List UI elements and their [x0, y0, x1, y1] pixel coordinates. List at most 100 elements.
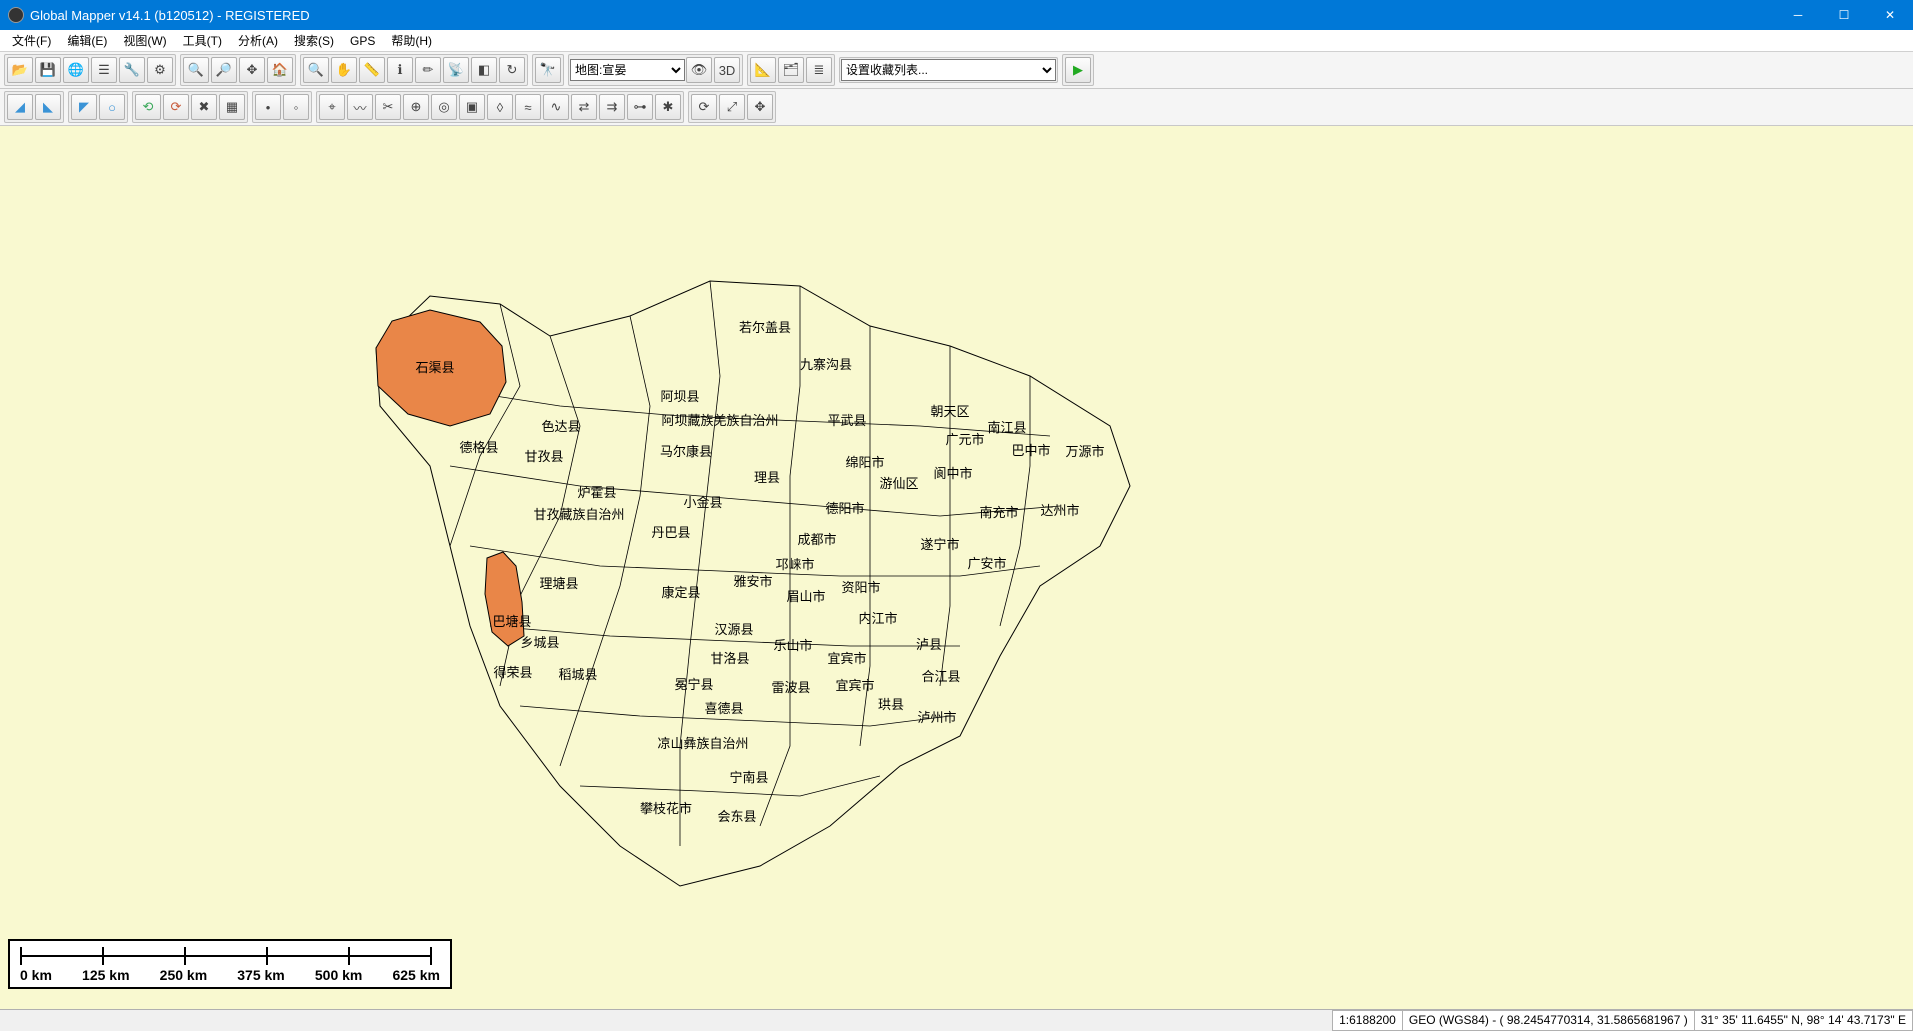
run-button[interactable]: ▶: [1065, 57, 1091, 83]
script-button[interactable]: ≣: [806, 57, 832, 83]
gear-button[interactable]: ⚙: [147, 57, 173, 83]
digitize-undo-button[interactable]: ⟲: [135, 94, 161, 120]
toolbar-digitize: ◢ ◣ ◤ ○ ⟲ ⟳ ✖ ▦ • ◦ ⌖ 〰 ✂ ⊕ ◎ ▣ ◊ ≈ ∿ ⇄ …: [0, 89, 1913, 126]
measure-button[interactable]: 📏: [359, 57, 385, 83]
trace-button[interactable]: 〰: [347, 94, 373, 120]
map-label: 广安市: [967, 556, 1006, 571]
map-layer-select[interactable]: 地图:宣晏: [570, 59, 685, 81]
digitize-redo-button[interactable]: ⟳: [163, 94, 189, 120]
map-label: 马尔康县: [660, 444, 712, 459]
map-label: 内江市: [858, 611, 897, 626]
map-viewport[interactable]: 石渠县巴塘县若尔盖县九寨沟县阿坝县色达县德格县甘孜县阿坝藏族羌族自治州马尔康县理…: [0, 126, 1913, 1009]
map-label: 九寨沟县: [800, 357, 852, 372]
pan-button[interactable]: ✥: [239, 57, 265, 83]
menu-file[interactable]: 文件(F): [4, 30, 59, 51]
snap-button[interactable]: ⌖: [319, 94, 345, 120]
app-icon: [8, 7, 24, 23]
favorites-select[interactable]: 设置收藏列表...: [841, 59, 1056, 81]
title-bar: Global Mapper v14.1 (b120512) - REGISTER…: [0, 0, 1913, 30]
map-label: 阿坝县: [660, 389, 699, 404]
map-label: 珙县: [878, 697, 904, 712]
config-button[interactable]: 🔧: [119, 57, 145, 83]
vertex-add-button[interactable]: •: [255, 94, 281, 120]
identify-button[interactable]: ℹ: [387, 57, 413, 83]
ruler-button[interactable]: 📐: [750, 57, 776, 83]
smooth-button[interactable]: ∿: [543, 94, 569, 120]
map-label: 得荣县: [493, 665, 532, 680]
rotate-button[interactable]: ⟳: [691, 94, 717, 120]
menu-search[interactable]: 搜索(S): [286, 30, 342, 51]
explode-button[interactable]: ✱: [655, 94, 681, 120]
map-label: 眉山市: [786, 589, 825, 604]
menu-view[interactable]: 视图(W): [115, 30, 174, 51]
refresh-button[interactable]: ↻: [499, 57, 525, 83]
menu-analysis[interactable]: 分析(A): [230, 30, 286, 51]
map-label: 朝天区: [930, 404, 969, 419]
map-label: 石渠县: [415, 360, 454, 375]
binoculars-icon[interactable]: 🔭: [535, 57, 561, 83]
vertex-del-button[interactable]: ◦: [283, 94, 309, 120]
layers-button[interactable]: ☰: [91, 57, 117, 83]
map-label: 冕宁县: [674, 677, 713, 692]
map-label: 甘洛县: [710, 651, 749, 666]
create-poly-button[interactable]: ◤: [71, 94, 97, 120]
menu-gps[interactable]: GPS: [342, 32, 383, 50]
info-tool-button[interactable]: 🔍: [303, 57, 329, 83]
edit-button[interactable]: ✏: [415, 57, 441, 83]
create-circle-button[interactable]: ○: [99, 94, 125, 120]
scale-button[interactable]: ⤢: [719, 94, 745, 120]
map-label: 理塘县: [539, 576, 578, 591]
map-label: 小金县: [683, 495, 722, 510]
island-button[interactable]: ◊: [487, 94, 513, 120]
globe-button[interactable]: 🌐: [63, 57, 89, 83]
move-button[interactable]: ✥: [747, 94, 773, 120]
open-button[interactable]: 📂: [7, 57, 33, 83]
map-label: 南充市: [979, 505, 1018, 520]
offset-button[interactable]: ⇉: [599, 94, 625, 120]
split-button[interactable]: ✂: [375, 94, 401, 120]
save-button[interactable]: 💾: [35, 57, 61, 83]
menu-tools[interactable]: 工具(T): [175, 30, 230, 51]
clip-button[interactable]: ▣: [459, 94, 485, 120]
map-label: 成都市: [797, 532, 836, 547]
hand-tool-button[interactable]: ✋: [331, 57, 357, 83]
map-label: 会东县: [717, 809, 756, 824]
map-label: 宜宾市: [835, 678, 874, 693]
map-label: 资阳市: [841, 580, 880, 595]
map-label: 游仙区: [879, 476, 918, 491]
map-label: 德格县: [459, 440, 498, 455]
reverse-button[interactable]: ⇄: [571, 94, 597, 120]
tower-icon[interactable]: 📡: [443, 57, 469, 83]
map-label: 雷波县: [771, 680, 810, 695]
zoom-out-button[interactable]: 🔎: [211, 57, 237, 83]
map-label: 丹巴县: [651, 525, 690, 540]
scale-label: 625 km: [392, 967, 439, 983]
join-button[interactable]: ⊶: [627, 94, 653, 120]
scale-label: 0 km: [20, 967, 52, 983]
buffer-button[interactable]: ◎: [431, 94, 457, 120]
map-label: 攀枝花市: [640, 801, 692, 816]
window-controls: ─ ☐ ✕: [1775, 0, 1913, 30]
create-line-button[interactable]: ◣: [35, 94, 61, 120]
menu-edit[interactable]: 编辑(E): [59, 30, 115, 51]
digitize-grid-button[interactable]: ▦: [219, 94, 245, 120]
maximize-button[interactable]: ☐: [1821, 0, 1867, 30]
eraser-button[interactable]: ◧: [471, 57, 497, 83]
3d-view-button[interactable]: 3D: [714, 57, 740, 83]
toolbar-main: 📂 💾 🌐 ☰ 🔧 ⚙ 🔍 🔎 ✥ 🏠 🔍 ✋ 📏 ℹ ✏ 📡 ◧ ↻ 🔭 地图…: [0, 52, 1913, 89]
map-label: 色达县: [541, 419, 580, 434]
map-label: 甘孜县: [524, 449, 563, 464]
menu-help[interactable]: 帮助(H): [383, 30, 440, 51]
home-button[interactable]: 🏠: [267, 57, 293, 83]
catalog-button[interactable]: 🗂: [778, 57, 804, 83]
layer-visible-button[interactable]: 👁: [686, 57, 712, 83]
map-label: 康定县: [661, 585, 700, 600]
close-button[interactable]: ✕: [1867, 0, 1913, 30]
map-label: 宁南县: [729, 770, 768, 785]
merge-button[interactable]: ⊕: [403, 94, 429, 120]
create-point-button[interactable]: ◢: [7, 94, 33, 120]
minimize-button[interactable]: ─: [1775, 0, 1821, 30]
simplify-button[interactable]: ≈: [515, 94, 541, 120]
digitize-delete-button[interactable]: ✖: [191, 94, 217, 120]
zoom-in-button[interactable]: 🔍: [183, 57, 209, 83]
